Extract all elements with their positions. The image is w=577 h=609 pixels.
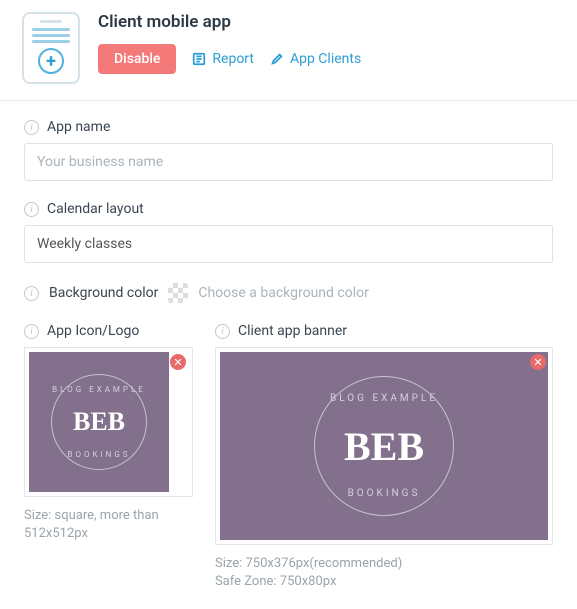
app-clients-link[interactable]: App Clients — [270, 51, 361, 67]
calendar-layout-select[interactable] — [24, 225, 553, 263]
report-label: Report — [212, 51, 254, 67]
brand-top-text: BLOG EXAMPLE — [330, 393, 438, 404]
app-icon-label: App Icon/Logo — [47, 323, 139, 339]
page-title: Client mobile app — [98, 12, 555, 32]
report-icon — [192, 52, 206, 66]
app-icon-preview[interactable]: BLOG EXAMPLE BEB BOOKINGS ✕ — [24, 347, 193, 497]
calendar-layout-label: Calendar layout — [47, 201, 144, 217]
brand-center-text: BEB — [73, 407, 125, 437]
info-icon: i — [24, 120, 39, 135]
brand-bottom-text: BOOKINGS — [67, 450, 130, 459]
background-color-prompt[interactable]: Choose a background color — [198, 285, 368, 301]
app-phone-icon: + — [22, 12, 80, 84]
info-icon: i — [24, 324, 39, 339]
background-color-label: Background color — [49, 285, 158, 301]
brand-bottom-text: BOOKINGS — [348, 488, 421, 499]
info-icon: i — [24, 286, 39, 301]
brand-top-text: BLOG EXAMPLE — [52, 385, 146, 394]
app-clients-label: App Clients — [290, 51, 361, 67]
pencil-icon — [270, 52, 284, 66]
info-icon: i — [215, 324, 230, 339]
report-link[interactable]: Report — [192, 51, 254, 67]
app-icon-caption: Size: square, more than 512x512px — [24, 507, 193, 543]
app-name-input[interactable] — [24, 143, 553, 181]
banner-preview[interactable]: BLOG EXAMPLE BEB BOOKINGS ✕ — [215, 347, 553, 545]
close-icon: ✕ — [533, 356, 542, 369]
remove-banner-button[interactable]: ✕ — [530, 354, 546, 370]
banner-label: Client app banner — [238, 323, 347, 339]
banner-caption-safezone: Safe Zone: 750x80px — [215, 573, 553, 591]
close-icon: ✕ — [173, 356, 182, 369]
color-swatch[interactable] — [168, 283, 188, 303]
remove-icon-button[interactable]: ✕ — [170, 354, 186, 370]
app-name-label: App name — [47, 119, 110, 135]
info-icon: i — [24, 202, 39, 217]
disable-button[interactable]: Disable — [98, 44, 176, 74]
banner-caption-size: Size: 750x376px(recommended) — [215, 555, 553, 573]
brand-center-text: BEB — [344, 423, 424, 470]
